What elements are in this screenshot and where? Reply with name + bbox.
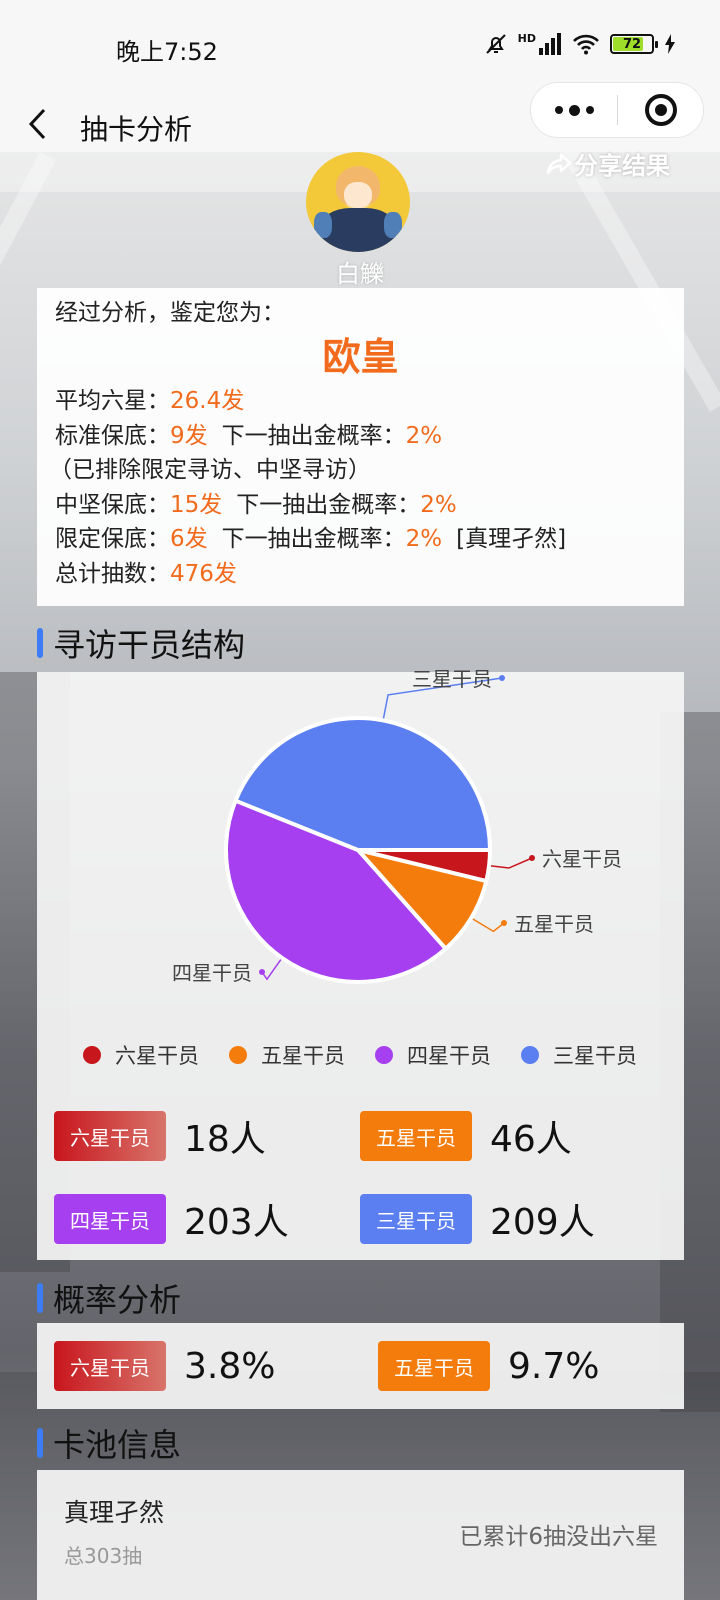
six-star-probability-value: 3.8%	[184, 1345, 276, 1387]
chart-legend: 六星干员 五星干员 四星干员 三星干员	[0, 1040, 720, 1070]
four-star-count: 四星干员 203人	[54, 1193, 289, 1245]
section-accent	[37, 1428, 43, 1458]
pie-leader-line	[472, 918, 505, 933]
pie-label: 三星干员	[412, 667, 492, 691]
legend-item[interactable]: 四星干员	[375, 1040, 491, 1070]
section-accent	[37, 1283, 43, 1313]
legend-item[interactable]: 六星干员	[83, 1040, 199, 1070]
five-star-count-value: 46人	[490, 1119, 572, 1160]
pool-name: 真理孑然	[64, 1498, 165, 1527]
three-star-count-value: 209人	[490, 1202, 595, 1243]
legend-item[interactable]: 五星干员	[229, 1040, 345, 1070]
five-star-probability: 五星干员 9.7%	[378, 1341, 599, 1391]
pie-label: 五星干员	[514, 912, 594, 936]
three-star-badge: 三星干员	[360, 1194, 472, 1244]
pie-label: 四星干员	[172, 961, 252, 985]
section-title-pool: 卡池信息	[37, 1420, 181, 1466]
legend-item[interactable]: 三星干员	[521, 1040, 637, 1070]
pool-total: 总303抽	[64, 1544, 143, 1568]
three-star-count: 三星干员 209人	[360, 1193, 595, 1245]
pool-note: 已累计6抽没出六星	[459, 1524, 658, 1550]
four-star-count-value: 203人	[184, 1202, 289, 1243]
pie-leader-line	[261, 959, 282, 981]
pie-leader-dot	[501, 920, 507, 926]
legend-swatch	[83, 1046, 101, 1064]
six-star-badge: 六星干员	[54, 1341, 166, 1391]
five-star-badge: 五星干员	[378, 1341, 490, 1391]
pie-leader-dot	[499, 675, 505, 681]
legend-swatch	[229, 1046, 247, 1064]
pie-label: 六星干员	[542, 847, 622, 871]
legend-swatch	[375, 1046, 393, 1064]
pie-leader-line	[490, 857, 533, 869]
six-star-badge: 六星干员	[54, 1111, 166, 1161]
five-star-count: 五星干员 46人	[360, 1110, 572, 1162]
legend-swatch	[521, 1046, 539, 1064]
six-star-probability: 六星干员 3.8%	[54, 1341, 275, 1391]
pie-leader-dot	[259, 969, 265, 975]
six-star-count-value: 18人	[184, 1119, 266, 1160]
five-star-badge: 五星干员	[360, 1111, 472, 1161]
five-star-probability-value: 9.7%	[508, 1345, 600, 1387]
pie-leader-dot	[529, 855, 535, 861]
six-star-count: 六星干员 18人	[54, 1110, 266, 1162]
section-title-probability: 概率分析	[37, 1275, 181, 1321]
four-star-badge: 四星干员	[54, 1194, 166, 1244]
